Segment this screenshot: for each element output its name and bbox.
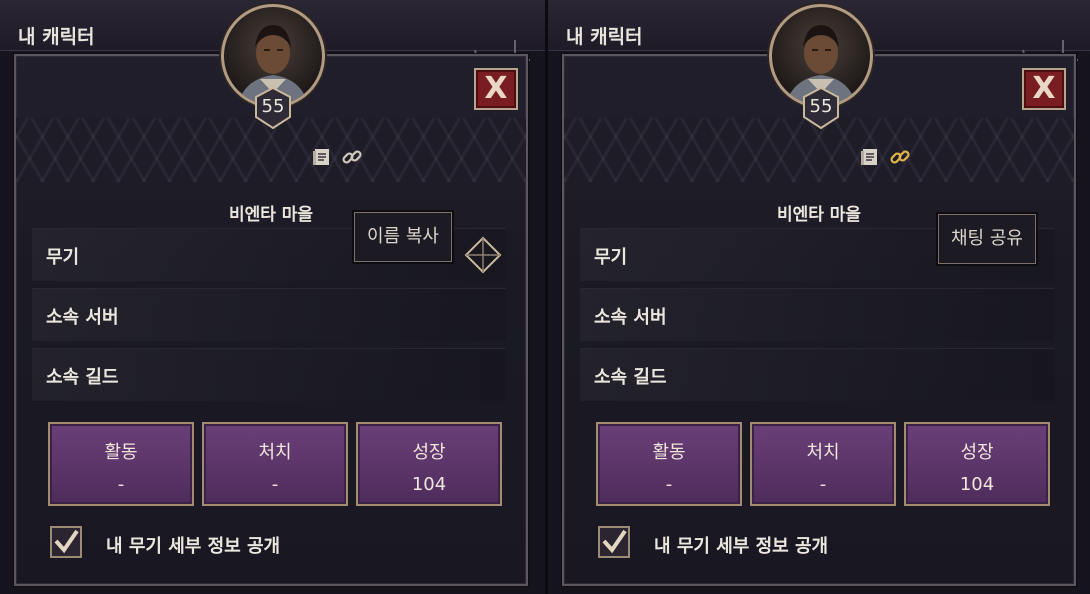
stat-kills-button[interactable]: 처치 - — [750, 422, 896, 506]
checkmark-icon — [602, 529, 627, 554]
stat-label: 성장 — [960, 442, 994, 463]
row-label: 소속 서버 — [594, 307, 667, 328]
background-title: 내 캐릭터 — [566, 26, 643, 48]
document-icon[interactable] — [311, 146, 333, 168]
close-icon: X — [1032, 71, 1056, 106]
row-guild: 소속 길드 — [580, 348, 1054, 401]
diamond-icon — [464, 236, 502, 274]
close-icon: X — [484, 71, 508, 106]
row-label: 소속 서버 — [46, 307, 119, 328]
weapon-details-checkbox[interactable] — [50, 526, 82, 558]
close-button[interactable]: X — [474, 68, 518, 110]
level-badge: 55 — [801, 86, 841, 130]
checkbox-label: 내 무기 세부 정보 공개 — [654, 536, 829, 557]
checkbox-label: 내 무기 세부 정보 공개 — [106, 536, 281, 557]
character-panel-right: 내 캐릭터 X 비엔타 마을 무기 소속 서버 소속 길드 활동 - 처치 - … — [548, 0, 1090, 594]
row-label: 소속 길드 — [594, 367, 667, 388]
stat-label: 처치 — [806, 442, 840, 463]
stat-label: 성장 — [412, 442, 446, 463]
row-label: 무기 — [594, 247, 628, 268]
stat-value: - — [665, 474, 673, 495]
link-icon[interactable] — [341, 146, 363, 168]
row-server: 소속 서버 — [580, 288, 1054, 341]
row-label: 소속 길드 — [46, 367, 119, 388]
stat-label: 활동 — [104, 442, 138, 463]
character-card: X 비엔타 마을 무기 소속 서버 소속 길드 활동 - 처치 - 성장 104… — [14, 54, 528, 586]
link-icon[interactable] — [889, 146, 911, 168]
level-value: 55 — [809, 96, 833, 117]
background-title: 내 캐릭터 — [18, 26, 95, 48]
stat-activity-button[interactable]: 활동 - — [48, 422, 194, 506]
checkmark-icon — [54, 529, 79, 554]
action-icons — [311, 146, 363, 168]
close-button[interactable]: X — [1022, 68, 1066, 110]
stat-label: 활동 — [652, 442, 686, 463]
stat-value: - — [271, 474, 279, 495]
stat-activity-button[interactable]: 활동 - — [596, 422, 742, 506]
stat-growth-button[interactable]: 성장 104 — [356, 422, 502, 506]
stat-label: 처치 — [258, 442, 292, 463]
action-icons — [859, 146, 911, 168]
stat-kills-button[interactable]: 처치 - — [202, 422, 348, 506]
level-badge: 55 — [253, 86, 293, 130]
tooltip-chat-share: 채팅 공유 — [938, 214, 1036, 264]
row-guild: 소속 길드 — [32, 348, 506, 401]
document-icon[interactable] — [859, 146, 881, 168]
stat-value: - — [117, 474, 125, 495]
stat-value: - — [819, 474, 827, 495]
tooltip-copy-name: 이름 복사 — [354, 212, 452, 262]
character-panel-left: 내 캐릭터 X 비엔타 마을 무기 소속 서버 소속 길드 활동 - 처치 - … — [0, 0, 545, 594]
row-label: 무기 — [46, 247, 80, 268]
character-card: X 비엔타 마을 무기 소속 서버 소속 길드 활동 - 처치 - 성장 104… — [562, 54, 1076, 586]
row-server: 소속 서버 — [32, 288, 506, 341]
level-value: 55 — [261, 96, 285, 117]
stat-value: 104 — [959, 474, 995, 495]
stat-value: 104 — [411, 474, 447, 495]
stat-growth-button[interactable]: 성장 104 — [904, 422, 1050, 506]
weapon-details-checkbox[interactable] — [598, 526, 630, 558]
